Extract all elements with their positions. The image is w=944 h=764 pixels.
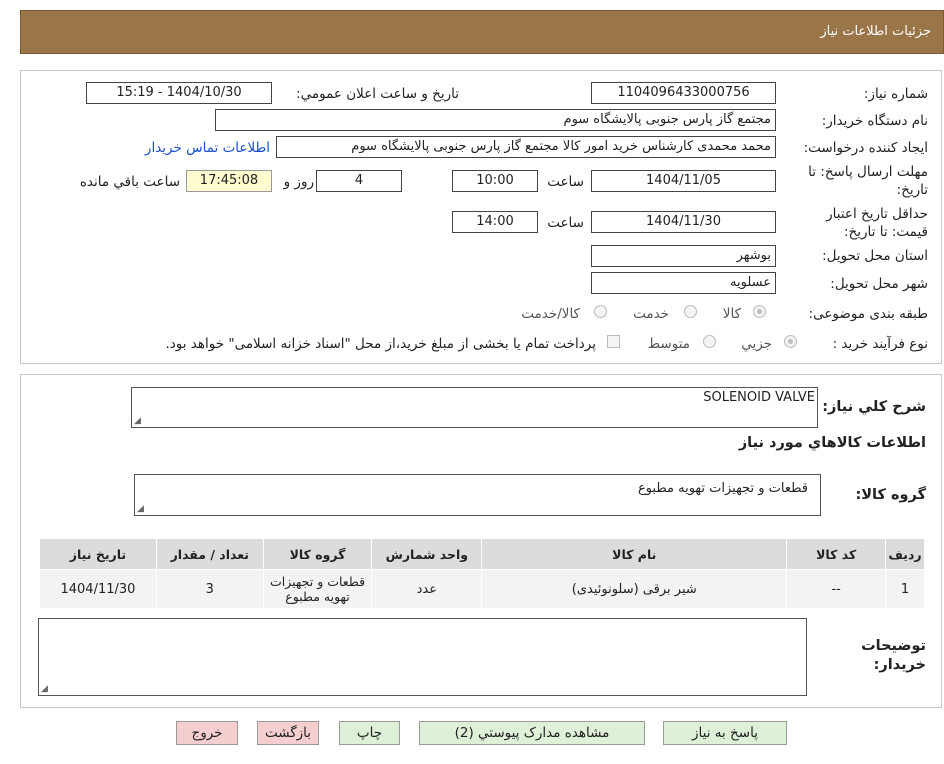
items-table-header: رديف کد کالا نام کالا واحد شمارش گروه کا… <box>39 538 925 570</box>
purchase-radio-minor[interactable] <box>784 335 797 348</box>
view-attachments-button[interactable]: مشاهده مدارک پيوستي (2) <box>419 721 645 745</box>
cell-quantity: 3 <box>155 569 264 609</box>
city-field[interactable]: عسلويه <box>591 272 776 294</box>
buyer-org-label: نام دستگاه خريدار: <box>821 113 928 129</box>
col-unit: واحد شمارش <box>371 538 483 570</box>
province-field[interactable]: بوشهر <box>591 245 776 267</box>
buyer-notes-label: توضيحات <box>861 638 926 654</box>
col-group: گروه کالا <box>262 538 373 570</box>
need-number-label: شماره نیاز: <box>863 86 928 102</box>
col-quantity: تعداد / مقدار <box>155 538 264 570</box>
buyer-contact-link[interactable]: اطلاعات تماس خريدار <box>145 140 270 156</box>
category-label: طبقه بندی موضوعی: <box>808 306 928 322</box>
resize-grip-icon[interactable]: ◢ <box>137 504 144 514</box>
table-row: 1 -- شیر برقی (سلونوئیدی) عدد قطعات و تج… <box>39 569 925 609</box>
buyer-notes-label-2: خريدار: <box>873 657 926 673</box>
province-label: استان محل تحویل: <box>822 248 928 264</box>
announce-datetime-field[interactable]: 1404/10/30 - 15:19 <box>86 82 272 104</box>
cell-group: قطعات و تجهیزات تهویه مطبوع <box>262 569 373 609</box>
category-radio-goods-service[interactable] <box>594 305 607 318</box>
deadline-label-date: تاریخ: <box>896 182 928 198</box>
category-radio-goods[interactable] <box>753 305 766 318</box>
back-button[interactable]: بازگشت <box>257 721 319 745</box>
goods-group-label: گروه کالا: <box>855 487 926 503</box>
purchase-type-label: نوع فرآیند خرید : <box>832 336 928 352</box>
col-need-date: تاريخ نياز <box>39 538 157 570</box>
buyer-notes-textarea[interactable]: ◢ <box>38 618 807 696</box>
deadline-date-field[interactable]: 1404/11/05 <box>591 170 776 192</box>
remaining-time-field: 17:45:08 <box>186 170 272 192</box>
page-title: جزئیات اطلاعات نیاز <box>820 24 931 39</box>
cell-row-number: 1 <box>885 569 925 609</box>
deadline-time-field[interactable]: 10:00 <box>452 170 538 192</box>
goods-group-text: قطعات و تجهیزات تهویه مطبوع <box>637 481 808 496</box>
items-table: رديف کد کالا نام کالا واحد شمارش گروه کا… <box>39 538 925 609</box>
purchase-option-minor: جزیي <box>741 336 772 352</box>
deadline-label: مهلت ارسال پاسخ: تا <box>808 164 928 180</box>
validity-label: حداقل تاريخ اعتبار <box>826 206 928 222</box>
resize-grip-icon[interactable]: ◢ <box>41 684 48 694</box>
cell-unit: عدد <box>371 569 483 609</box>
category-option-goods-service: کالا/خدمت <box>521 306 580 322</box>
category-option-goods: کالا <box>722 306 741 322</box>
need-summary-textarea[interactable]: SOLENOID VALVE ◢ <box>131 387 818 428</box>
cell-item-code: -- <box>786 569 887 609</box>
purchase-radio-medium[interactable] <box>703 335 716 348</box>
goods-group-textarea[interactable]: قطعات و تجهیزات تهویه مطبوع ◢ <box>134 474 821 516</box>
col-row-number: رديف <box>885 538 925 570</box>
category-option-service: خدمت <box>633 306 669 322</box>
validity-time-label: ساعت <box>547 215 584 231</box>
need-summary-text: SOLENOID VALVE <box>703 390 815 405</box>
exit-button[interactable]: خروج <box>176 721 238 745</box>
need-number-field[interactable]: 1104096433000756 <box>591 82 776 104</box>
treasury-payment-note: پرداخت تمام یا بخشی از مبلغ خرید،از محل … <box>165 336 596 352</box>
deadline-time-label: ساعت <box>547 174 584 190</box>
cell-item-name: شیر برقی (سلونوئیدی) <box>481 569 788 609</box>
requester-label: ايجاد کننده درخواست: <box>803 140 928 156</box>
validity-label-date: قيمت: تا تاريخ: <box>844 224 928 240</box>
page-header: جزئیات اطلاعات نیاز <box>20 10 944 54</box>
col-item-name: نام کالا <box>481 538 788 570</box>
resize-grip-icon[interactable]: ◢ <box>134 416 141 426</box>
buyer-org-field[interactable]: مجتمع گاز پارس جنوبی پالایشگاه سوم <box>215 109 776 131</box>
reply-button[interactable]: پاسخ به نياز <box>663 721 787 745</box>
city-label: شهر محل تحویل: <box>830 276 928 292</box>
treasury-payment-checkbox[interactable] <box>607 335 620 348</box>
items-section-heading: اطلاعات کالاهاي مورد نياز <box>738 435 926 451</box>
remaining-time-label: ساعت باقي مانده <box>79 174 180 190</box>
validity-time-field[interactable]: 14:00 <box>452 211 538 233</box>
days-label: روز و <box>283 174 314 190</box>
purchase-option-medium: متوسط <box>647 336 690 352</box>
announce-label: تاریخ و ساعت اعلان عمومي: <box>296 86 459 102</box>
requester-field[interactable]: محمد محمدی کارشناس خرید امور کالا مجتمع … <box>276 136 776 158</box>
col-item-code: کد کالا <box>786 538 887 570</box>
days-remaining-field[interactable]: 4 <box>316 170 402 192</box>
need-summary-label: شرح کلي نياز: <box>822 399 926 415</box>
validity-date-field[interactable]: 1404/11/30 <box>591 211 776 233</box>
print-button[interactable]: چاپ <box>339 721 400 745</box>
category-radio-service[interactable] <box>684 305 697 318</box>
cell-need-date: 1404/11/30 <box>39 569 157 609</box>
